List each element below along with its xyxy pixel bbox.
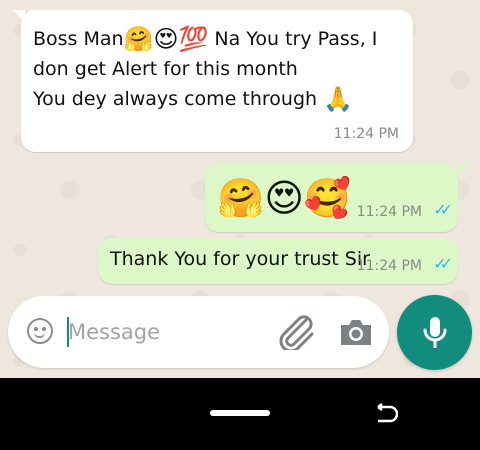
- message-emojis: 🙏: [323, 85, 354, 113]
- message-line: don get Alert for this month: [33, 56, 298, 82]
- read-receipt-icon: ✓✓: [433, 200, 453, 219]
- outgoing-bubble-tail: [458, 164, 470, 176]
- message-text: You dey always come through: [33, 88, 324, 110]
- system-navigation-bar: [0, 378, 480, 450]
- read-receipt-icon: ✓✓: [433, 254, 453, 273]
- message-input[interactable]: Message: [68, 320, 160, 344]
- message-timestamp: 11:24 PM: [356, 258, 422, 274]
- message-composer: Message: [8, 296, 389, 368]
- paperclip-icon[interactable]: [276, 314, 316, 350]
- message-line: Boss Man🤗😍💯 Na You try Pass, I: [33, 26, 377, 52]
- message-text: Na You try Pass, I: [208, 28, 378, 50]
- message-timestamp: 11:24 PM: [356, 204, 422, 220]
- emoji-icon[interactable]: [27, 318, 53, 344]
- outgoing-message[interactable]: Thank You for your trust Sir 11:24 PM ✓✓: [98, 238, 458, 284]
- emoji-icon-mouth: [34, 330, 45, 338]
- message-text: Thank You for your trust Sir: [110, 248, 370, 270]
- message-emojis: 🤗😍🥰: [217, 176, 352, 220]
- message-emojis: 🤗😍💯: [123, 25, 209, 53]
- rotate-icon[interactable]: [372, 401, 398, 427]
- outgoing-message[interactable]: 🤗😍🥰 11:24 PM ✓✓: [205, 164, 458, 232]
- message-text: don get Alert for this month: [33, 58, 298, 80]
- message-timestamp: 11:24 PM: [333, 126, 399, 142]
- microphone-button[interactable]: [397, 295, 472, 370]
- microphone-icon: [423, 317, 447, 348]
- camera-icon[interactable]: [338, 316, 374, 348]
- home-pill[interactable]: [210, 410, 270, 416]
- message-text: Boss Man: [33, 28, 124, 50]
- incoming-message[interactable]: Boss Man🤗😍💯 Na You try Pass, I don get A…: [21, 10, 413, 152]
- message-line: You dey always come through 🙏: [33, 86, 353, 112]
